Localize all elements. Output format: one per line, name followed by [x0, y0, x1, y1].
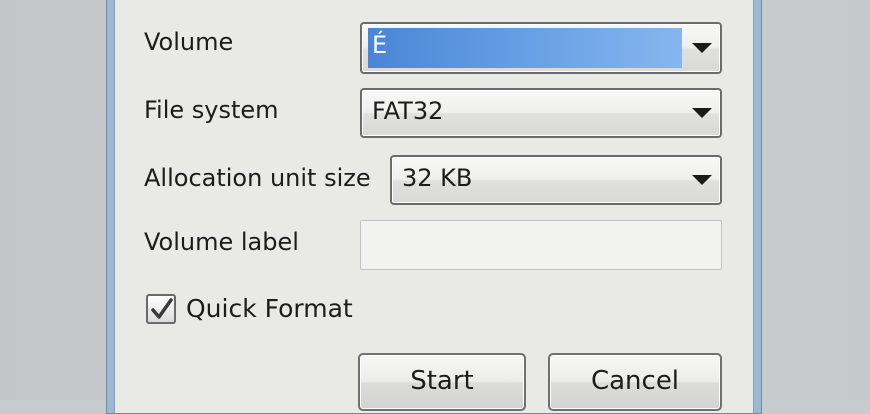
chevron-down-icon[interactable] — [692, 175, 712, 185]
file-system-selected-value: FAT32 — [372, 97, 444, 125]
quick-format-checkbox[interactable] — [146, 294, 176, 324]
start-button[interactable]: Start — [358, 353, 526, 411]
cancel-button[interactable]: Cancel — [548, 353, 722, 411]
volume-label-text: Volume — [144, 28, 234, 56]
quick-format-label: Quick Format — [186, 294, 353, 323]
chevron-down-icon[interactable] — [692, 43, 712, 53]
allocation-unit-label-text: Allocation unit size — [144, 164, 371, 192]
file-system-dropdown[interactable]: FAT32 — [360, 88, 722, 138]
volume-selected-value: É — [368, 28, 682, 68]
checkmark-icon — [151, 298, 173, 319]
volume-label-field-text: Volume label — [144, 228, 299, 256]
allocation-unit-dropdown[interactable]: 32 KB — [390, 155, 722, 205]
file-system-label-text: File system — [144, 96, 279, 124]
volume-label-input[interactable] — [360, 220, 722, 270]
allocation-unit-selected-value: 32 KB — [402, 164, 473, 192]
volume-dropdown[interactable]: É — [360, 22, 722, 74]
chevron-down-icon[interactable] — [692, 108, 712, 118]
